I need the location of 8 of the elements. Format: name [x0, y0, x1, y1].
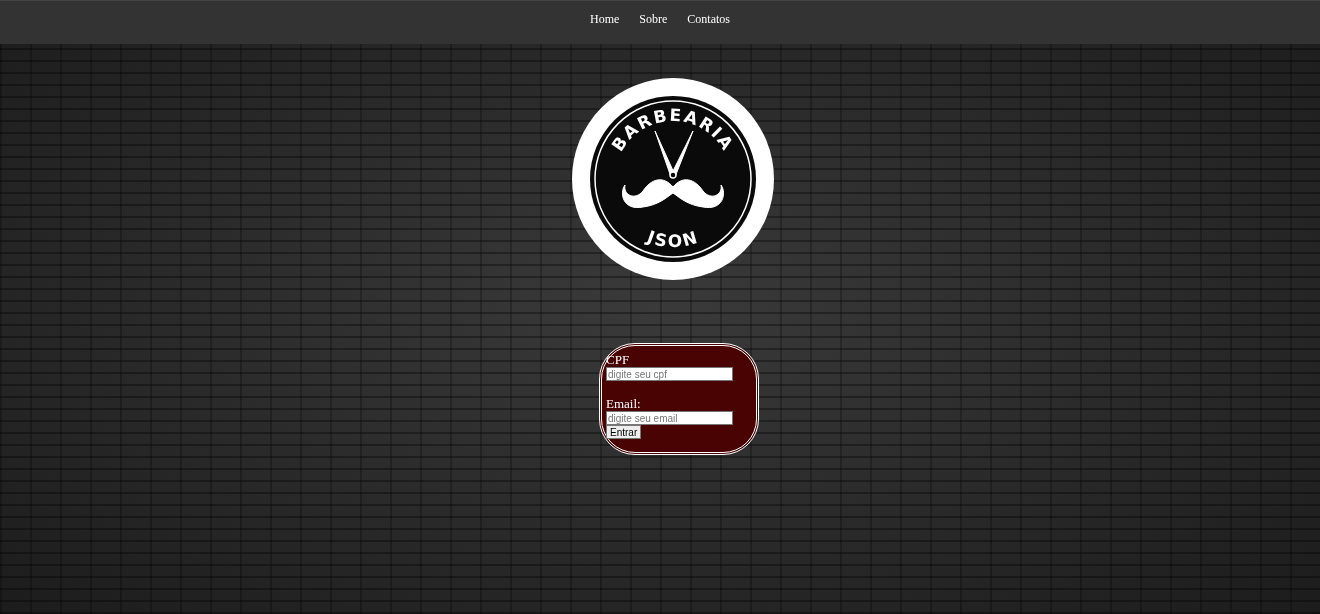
nav-link[interactable]: Contatos [687, 12, 730, 27]
field-label: Email: [606, 397, 641, 411]
nav-link[interactable]: Sobre [639, 12, 668, 27]
nav-link[interactable]: Home [590, 12, 620, 27]
input-field[interactable]: digite seu cpf [606, 367, 733, 381]
field-label: CPF [606, 353, 630, 367]
input-field[interactable]: digite seu email [606, 411, 733, 425]
submit-button[interactable]: Entrar [606, 425, 642, 439]
